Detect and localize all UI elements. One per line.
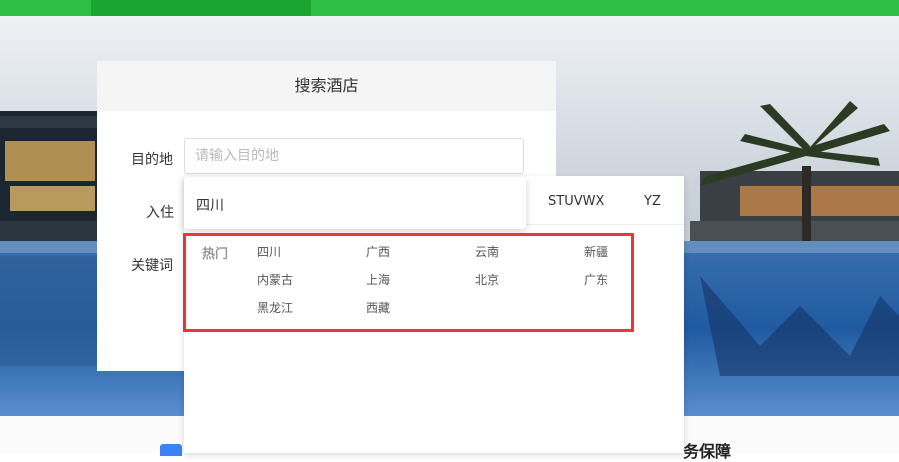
suggestion-popup: 四川 bbox=[184, 177, 526, 229]
city-option[interactable]: 广东 bbox=[584, 271, 608, 288]
city-option[interactable]: 云南 bbox=[475, 243, 499, 260]
nav-item-active[interactable] bbox=[91, 0, 311, 16]
suggestion-item[interactable]: 四川 bbox=[196, 195, 224, 215]
destination-input[interactable]: 请输入目的地 bbox=[184, 138, 524, 174]
city-option[interactable]: 内蒙古 bbox=[257, 271, 293, 288]
city-option[interactable]: 广西 bbox=[366, 243, 390, 260]
city-option[interactable]: 新疆 bbox=[584, 243, 608, 260]
keyword-label: 关键词 bbox=[131, 258, 173, 274]
shield-icon bbox=[160, 444, 182, 456]
city-option[interactable]: 西藏 bbox=[366, 299, 390, 316]
checkin-label: 入住 bbox=[146, 205, 174, 221]
destination-label: 目的地 bbox=[131, 152, 173, 168]
city-option[interactable]: 上海 bbox=[366, 271, 390, 288]
city-option[interactable]: 四川 bbox=[257, 243, 281, 260]
hot-label: 热门 bbox=[202, 247, 229, 262]
top-navigation-bar bbox=[0, 0, 899, 16]
city-option[interactable]: 黑龙江 bbox=[257, 299, 293, 316]
tab-yz[interactable]: YZ bbox=[644, 194, 661, 209]
city-option[interactable]: 北京 bbox=[475, 271, 499, 288]
hot-cities-highlight bbox=[183, 233, 634, 332]
tab-stuvwx[interactable]: STUVWX bbox=[548, 194, 604, 209]
section-heading: 务保障 bbox=[683, 442, 732, 461]
card-title: 搜索酒店 bbox=[97, 61, 556, 111]
